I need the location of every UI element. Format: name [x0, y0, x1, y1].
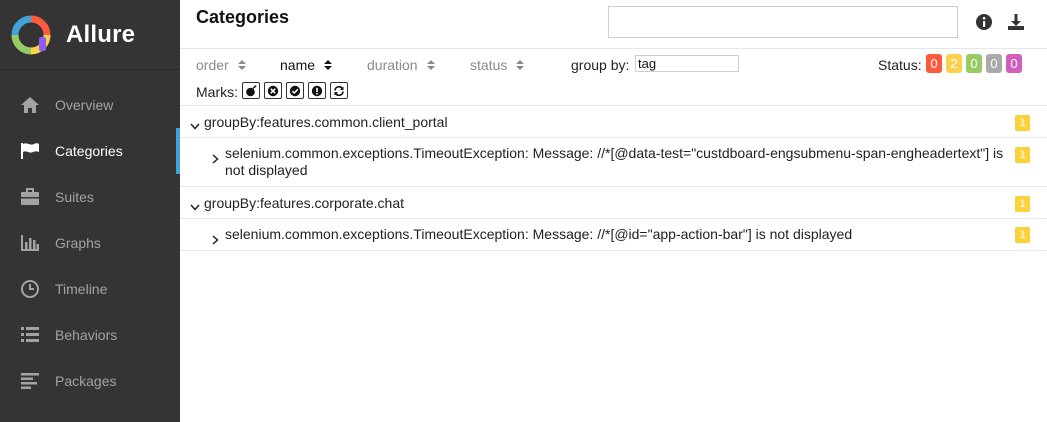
status-filter-broken[interactable]: 2 [946, 54, 962, 73]
sidebar-item-label: Suites [55, 189, 94, 205]
status-filter-failed[interactable]: 0 [926, 54, 942, 73]
flaky-bomb-icon[interactable] [242, 82, 260, 99]
sort-arrows-icon [426, 60, 435, 70]
group-by-label: group by: [571, 57, 630, 73]
home-icon [19, 94, 41, 116]
sidebar-item-categories[interactable]: Categories [0, 128, 180, 174]
new-failed-icon[interactable] [264, 82, 282, 99]
tree-leaf-name: selenium.common.exceptions.TimeoutExcept… [225, 145, 1004, 178]
page-title: Categories [196, 7, 290, 27]
retries-icon[interactable] [330, 82, 348, 99]
count-badge: 1 [1015, 196, 1030, 212]
download-icon[interactable] [1006, 12, 1026, 32]
sort-label: status [470, 57, 508, 73]
tree-group-name: groupBy:features.common.client_portal [204, 114, 448, 130]
sidebar-item-label: Timeline [55, 281, 108, 297]
sidebar-nav: Overview Categories Suites Graphs Timeli… [0, 70, 180, 404]
chevron-down-icon [190, 117, 200, 133]
sidebar-item-packages[interactable]: Packages [0, 358, 180, 404]
group-by-input[interactable] [635, 55, 739, 72]
align-left-icon [19, 370, 41, 392]
sort-order[interactable]: order [196, 57, 246, 73]
tree-group[interactable]: groupBy:features.corporate.chat 1 [180, 187, 1047, 219]
sort-label: name [280, 57, 316, 73]
sidebar-item-graphs[interactable]: Graphs [0, 220, 180, 266]
briefcase-icon [19, 186, 41, 208]
sort-arrows-icon [324, 60, 333, 70]
tree-leaf[interactable]: selenium.common.exceptions.TimeoutExcept… [180, 138, 1047, 187]
chevron-right-icon [212, 232, 219, 248]
brand-name: Allure [66, 20, 136, 48]
sidebar-item-behaviors[interactable]: Behaviors [0, 312, 180, 358]
sort-arrows-icon [516, 60, 525, 70]
new-broken-icon[interactable] [308, 82, 326, 99]
new-passed-icon[interactable] [286, 82, 304, 99]
bar-chart-icon [19, 232, 41, 254]
chevron-down-icon [190, 198, 200, 214]
search-input[interactable] [608, 6, 958, 38]
sidebar-item-label: Categories [55, 143, 123, 159]
list-icon [19, 324, 41, 346]
tree-leaf-name: selenium.common.exceptions.TimeoutExcept… [225, 226, 853, 242]
sort-arrows-icon [237, 60, 246, 70]
tree-group-name: groupBy:features.corporate.chat [204, 195, 405, 211]
toolbar: order name duration status group by: Sta… [180, 49, 1047, 106]
sidebar-item-timeline[interactable]: Timeline [0, 266, 180, 312]
status-label: Status: [878, 57, 922, 73]
count-badge: 1 [1015, 227, 1030, 243]
sidebar-item-suites[interactable]: Suites [0, 174, 180, 220]
sort-name[interactable]: name [280, 57, 333, 73]
clock-icon [19, 278, 41, 300]
sidebar-item-label: Graphs [55, 235, 101, 251]
marks-label: Marks: [196, 84, 238, 100]
allure-logo-icon [11, 15, 51, 55]
count-badge: 1 [1015, 115, 1030, 131]
tree-leaf[interactable]: selenium.common.exceptions.TimeoutExcept… [180, 219, 1047, 251]
info-icon[interactable] [974, 12, 994, 32]
header: Categories [180, 0, 1047, 49]
sidebar-item-label: Behaviors [55, 327, 118, 343]
sort-label: order [196, 57, 229, 73]
tree-group[interactable]: groupBy:features.common.client_portal 1 [180, 106, 1047, 138]
status-filter-unknown[interactable]: 0 [1006, 54, 1022, 73]
sidebar-item-label: Overview [55, 97, 114, 113]
count-badge: 1 [1015, 147, 1030, 163]
status-filter-skipped[interactable]: 0 [986, 54, 1002, 73]
sidebar-item-label: Packages [55, 373, 117, 389]
category-tree: groupBy:features.common.client_portal 1 … [180, 106, 1047, 251]
brand[interactable]: Allure [0, 0, 180, 70]
sidebar: Allure Overview Categories Suites Graphs [0, 0, 180, 422]
sort-label: duration [367, 57, 418, 73]
status-filter-passed[interactable]: 0 [966, 54, 982, 73]
sidebar-item-overview[interactable]: Overview [0, 82, 180, 128]
chevron-right-icon [212, 151, 219, 167]
sort-status[interactable]: status [470, 57, 525, 73]
main-panel: Categories order name duration status gr… [180, 0, 1047, 422]
sort-duration[interactable]: duration [367, 57, 435, 73]
flag-icon [19, 140, 41, 162]
